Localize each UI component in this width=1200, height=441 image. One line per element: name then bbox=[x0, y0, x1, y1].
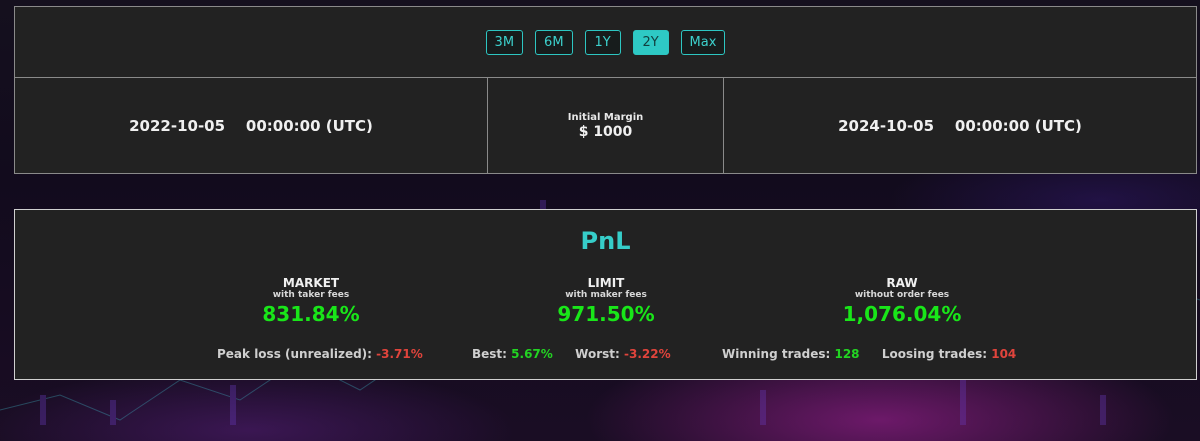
initial-margin-cell: Initial Margin $ 1000 bbox=[488, 78, 724, 174]
end-date-cell: 2024-10-05 00:00:00 (UTC) bbox=[724, 78, 1197, 174]
range-button-max[interactable]: Max bbox=[680, 29, 726, 55]
loosing-trades-value: 104 bbox=[991, 347, 1017, 361]
market-value: 831.84% bbox=[262, 302, 360, 326]
range-selector-panel: 3M 6M 1Y 2Y Max bbox=[14, 6, 1197, 78]
market-metric: MARKET with taker fees 831.84% bbox=[211, 276, 411, 327]
loosing-trades-label: Loosing trades: bbox=[881, 347, 988, 361]
raw-sublabel: without order fees bbox=[854, 290, 950, 300]
market-sublabel: with taker fees bbox=[272, 290, 350, 300]
range-button-1y[interactable]: 1Y bbox=[584, 29, 621, 55]
raw-metric: RAW without order fees 1,076.04% bbox=[802, 276, 1002, 327]
date-range-row: 2022-10-05 00:00:00 (UTC) Initial Margin… bbox=[14, 78, 1197, 174]
start-date-cell: 2022-10-05 00:00:00 (UTC) bbox=[14, 78, 488, 174]
limit-sublabel: with maker fees bbox=[565, 290, 647, 300]
pnl-panel: PnL MARKET with taker fees 831.84% LIMIT… bbox=[14, 209, 1197, 380]
pnl-title: PnL bbox=[580, 227, 631, 255]
winning-trades-label: Winning trades: bbox=[722, 347, 831, 361]
peak-loss-stat: Peak loss (unrealized): -3.71% bbox=[217, 347, 423, 361]
range-button-2y[interactable]: 2Y bbox=[632, 29, 669, 55]
end-date: 2024-10-05 00:00:00 (UTC) bbox=[838, 116, 1082, 135]
range-button-3m[interactable]: 3M bbox=[485, 29, 524, 55]
best-worst-stat: Best: 5.67% Worst: -3.22% bbox=[472, 347, 671, 361]
start-date: 2022-10-05 00:00:00 (UTC) bbox=[129, 116, 373, 135]
limit-label: LIMIT bbox=[587, 276, 625, 290]
limit-metric: LIMIT with maker fees 971.50% bbox=[506, 276, 706, 327]
trades-stat: Winning trades: 128 Loosing trades: 104 bbox=[722, 347, 1016, 361]
worst-value: -3.22% bbox=[624, 347, 671, 361]
initial-margin-label: Initial Margin bbox=[567, 111, 644, 123]
limit-value: 971.50% bbox=[557, 302, 655, 326]
market-label: MARKET bbox=[282, 276, 340, 290]
peak-loss-label: Peak loss (unrealized): bbox=[217, 347, 372, 361]
initial-margin-value: $ 1000 bbox=[578, 123, 633, 140]
winning-trades-value: 128 bbox=[834, 347, 860, 361]
raw-label: RAW bbox=[886, 276, 918, 290]
range-button-6m[interactable]: 6M bbox=[535, 29, 573, 55]
raw-value: 1,076.04% bbox=[842, 302, 962, 326]
best-label: Best: bbox=[472, 347, 507, 361]
worst-label: Worst: bbox=[575, 347, 620, 361]
best-value: 5.67% bbox=[511, 347, 553, 361]
peak-loss-value: -3.71% bbox=[376, 347, 423, 361]
